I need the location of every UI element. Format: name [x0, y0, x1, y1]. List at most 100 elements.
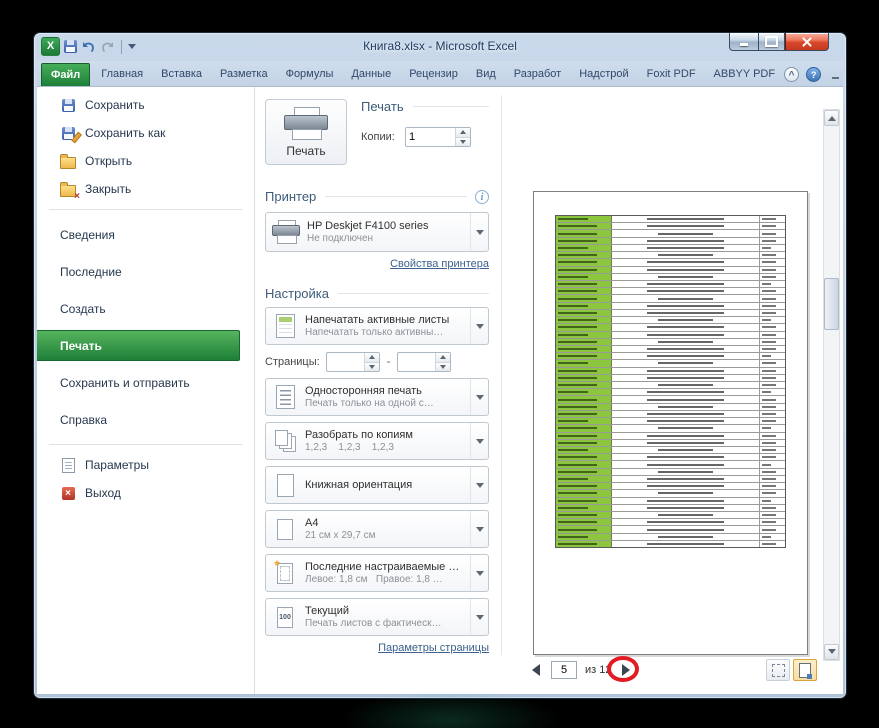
info-icon[interactable]	[475, 189, 489, 204]
printer-status: Не подключен	[307, 233, 374, 244]
copies-stepper[interactable]	[405, 127, 471, 147]
preview-cell-green	[556, 280, 612, 288]
chevron-down-icon[interactable]	[470, 308, 488, 344]
print-button[interactable]: Печать	[265, 99, 347, 165]
print-what-dropdown[interactable]: Напечатать активные листы Напечатать тол…	[265, 307, 489, 345]
collapse-ribbon-icon[interactable]	[784, 67, 800, 82]
pages-from-input[interactable]	[326, 353, 364, 371]
maximize-button[interactable]	[758, 33, 785, 51]
spin-down-icon[interactable]	[436, 362, 451, 371]
redo-icon[interactable]	[100, 40, 115, 54]
preview-cell	[760, 534, 785, 540]
chevron-down-icon[interactable]	[470, 555, 488, 591]
ribbon-tab[interactable]: Разработ	[505, 62, 570, 86]
sidebar-item-close[interactable]: Закрыть	[37, 175, 254, 203]
scaling-dropdown[interactable]: 100 Текущий Печать листов с фактическ…	[265, 598, 489, 636]
preview-cell	[612, 374, 760, 382]
prev-page-button[interactable]	[529, 662, 543, 678]
ribbon-tab[interactable]: Данные	[342, 62, 400, 86]
ribbon-tab[interactable]: Вид	[467, 62, 505, 86]
spin-up-icon[interactable]	[364, 353, 379, 363]
chevron-down-icon[interactable]	[470, 423, 488, 459]
ribbon-tab[interactable]: Файл	[41, 63, 91, 86]
preview-scrollbar[interactable]	[823, 109, 840, 661]
ribbon-tab[interactable]: Рецензир	[400, 62, 467, 86]
scroll-down-button[interactable]	[824, 644, 839, 660]
scroll-up-button[interactable]	[824, 110, 839, 126]
preview-table-row	[556, 288, 785, 296]
ribbon-tab[interactable]: Главная	[92, 62, 152, 86]
ribbon-tab[interactable]: Вставка	[152, 62, 211, 86]
title-bar[interactable]: Книга8.xlsx - Microsoft Excel	[34, 33, 846, 61]
sidebar-nav-item[interactable]: Создать	[37, 290, 254, 327]
spin-down-icon[interactable]	[456, 137, 470, 146]
sidebar-item-options[interactable]: Параметры	[37, 451, 254, 479]
printer-select-dropdown[interactable]: HP Deskjet F4100 series Не подключен	[265, 212, 489, 252]
sidebar-item-save[interactable]: Сохранить	[37, 91, 254, 119]
preview-cell	[760, 267, 785, 273]
preview-cell	[612, 410, 760, 418]
pages-to-input[interactable]	[398, 353, 436, 371]
sidebar-item-exit[interactable]: Выход	[37, 479, 254, 507]
sidebar-nav-item[interactable]: Сведения	[37, 216, 254, 253]
excel-logo-icon[interactable]	[41, 37, 60, 56]
spin-down-icon[interactable]	[364, 362, 379, 371]
preview-cell-green	[556, 439, 612, 446]
preview-cell	[760, 505, 785, 511]
sidebar-nav-item[interactable]: Сохранить и отправить	[37, 364, 254, 401]
sidebar-nav-item[interactable]: Печать	[37, 330, 240, 361]
copies-input[interactable]	[406, 128, 455, 146]
ribbon-tab-row: Файл Главная Вставка Разметка Формулы Да…	[37, 61, 843, 87]
pages-from-stepper[interactable]	[325, 352, 380, 372]
ribbon-tab[interactable]: Надстрой	[570, 62, 637, 86]
show-margins-button[interactable]	[766, 659, 790, 681]
printer-properties-link[interactable]: Свойства принтера	[390, 258, 489, 270]
preview-cell	[612, 389, 760, 396]
undo-icon[interactable]	[81, 40, 96, 54]
spin-up-icon[interactable]	[456, 128, 470, 138]
sidebar-nav-item[interactable]: Справка	[37, 401, 254, 438]
preview-cell	[760, 259, 785, 265]
minimize-button[interactable]	[729, 33, 758, 51]
current-page-input[interactable]	[551, 661, 577, 679]
paper-size-dropdown[interactable]: A4 21 см x 29,7 см	[265, 510, 489, 548]
ribbon-right-controls	[784, 67, 846, 86]
sidebar-item-open[interactable]: Открыть	[37, 147, 254, 175]
save-icon[interactable]	[64, 40, 77, 53]
help-icon[interactable]	[806, 67, 822, 82]
chevron-down-icon[interactable]	[470, 511, 488, 547]
pages-to-stepper[interactable]	[397, 352, 452, 372]
next-page-button[interactable]	[607, 656, 640, 682]
close-button[interactable]	[785, 33, 829, 51]
workbook-minimize-button[interactable]	[828, 68, 842, 81]
margins-dropdown[interactable]: Последние настраиваемые … Левое: 1,8 см …	[265, 554, 489, 592]
spin-up-icon[interactable]	[436, 353, 451, 363]
pages-separator: -	[386, 356, 391, 368]
preview-table-row	[556, 533, 785, 541]
preview-table-row	[556, 345, 785, 354]
preview-cell	[612, 317, 760, 324]
chevron-down-icon[interactable]	[470, 379, 488, 415]
paper-size-icon	[277, 518, 293, 540]
zoom-to-page-button[interactable]	[793, 659, 817, 681]
ribbon-tab[interactable]: Формулы	[277, 62, 343, 86]
chevron-down-icon[interactable]	[470, 467, 488, 503]
chevron-down-icon[interactable]	[470, 599, 488, 635]
scrollbar-track[interactable]	[824, 126, 839, 644]
preview-cell	[760, 541, 785, 547]
scrollbar-thumb[interactable]	[824, 278, 839, 330]
print-heading: Печать	[361, 99, 489, 114]
chevron-down-icon[interactable]	[470, 213, 488, 251]
margins-icon	[277, 562, 293, 584]
sidebar-item-save-as[interactable]: Сохранить как	[37, 119, 254, 147]
sidebar-nav-item[interactable]: Последние	[37, 253, 254, 290]
ribbon-tab[interactable]: Разметка	[211, 62, 277, 86]
ribbon-tab[interactable]: Foxit PDF	[638, 62, 705, 86]
collate-dropdown[interactable]: Разобрать по копиям 1,2,3 1,2,3 1,2,3	[265, 422, 489, 460]
open-folder-icon	[60, 153, 76, 169]
qat-customize-icon[interactable]	[128, 44, 136, 53]
duplex-dropdown[interactable]: Односторонняя печать Печать только на од…	[265, 378, 489, 416]
orientation-dropdown[interactable]: Книжная ориентация	[265, 466, 489, 504]
page-setup-link[interactable]: Параметры страницы	[378, 642, 489, 654]
ribbon-tab[interactable]: ABBYY PDF	[705, 62, 785, 86]
